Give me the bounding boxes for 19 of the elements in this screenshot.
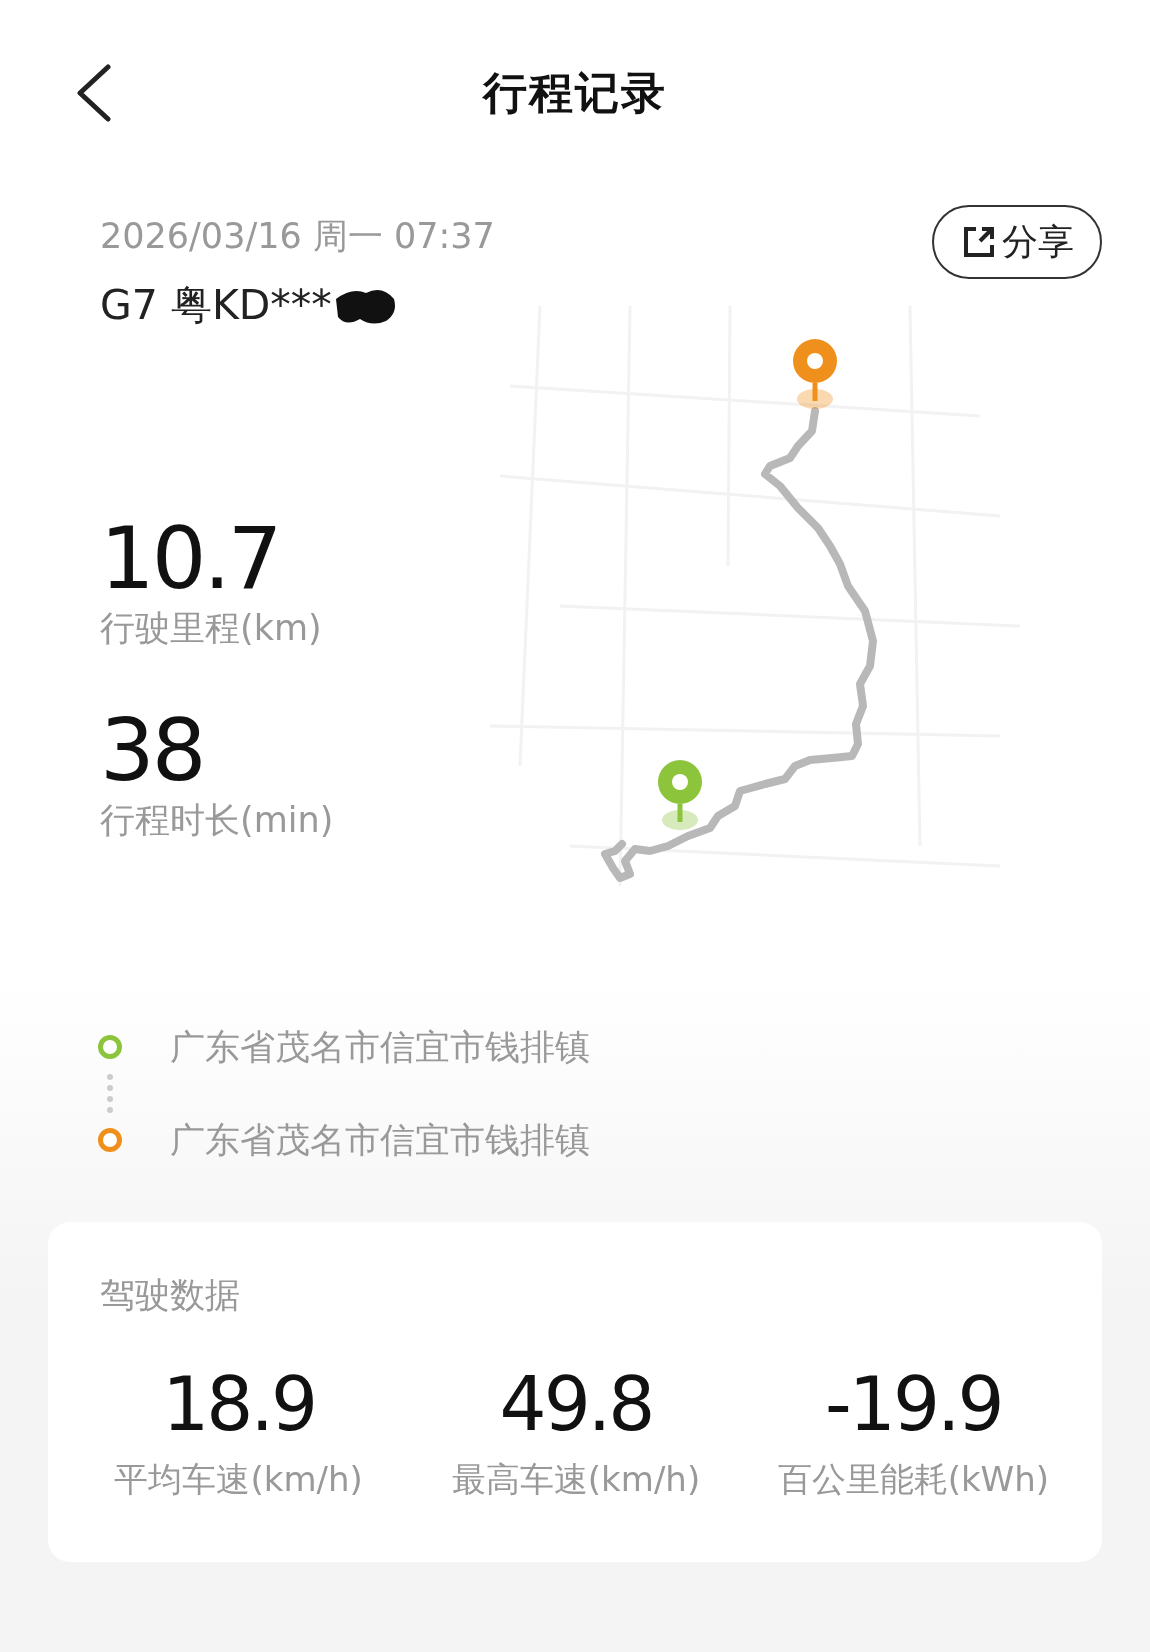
trip-datetime: 2026/03/16 周一 07:37 [100, 215, 495, 258]
address-text: 广东省茂名市信宜市钱排镇 [170, 1118, 590, 1162]
metric-value: 38 [100, 702, 204, 798]
metric-value: 10.7 [100, 510, 280, 606]
page-title: 行程记录 [483, 65, 667, 120]
share-icon [962, 225, 996, 259]
stat-label: 平均车速(km/h) [114, 1458, 363, 1501]
stat-value: 18.9 [162, 1361, 316, 1447]
back-icon[interactable] [74, 64, 112, 122]
vehicle-plate: G7 粤KD*** [100, 280, 332, 330]
section-title: 驾驶数据 [100, 1274, 240, 1317]
share-button[interactable]: 分享 [932, 205, 1102, 279]
metric-label: 行驶里程(km) [100, 607, 322, 650]
metric-label: 行程时长(min) [100, 799, 334, 842]
stat-label: 百公里能耗(kWh) [777, 1458, 1049, 1501]
stat-label: 最高车速(km/h) [451, 1458, 701, 1501]
address-text: 广东省茂名市信宜市钱排镇 [170, 1025, 590, 1069]
stat-value: 49.8 [499, 1361, 653, 1447]
stat-value: -19.9 [825, 1361, 1002, 1447]
